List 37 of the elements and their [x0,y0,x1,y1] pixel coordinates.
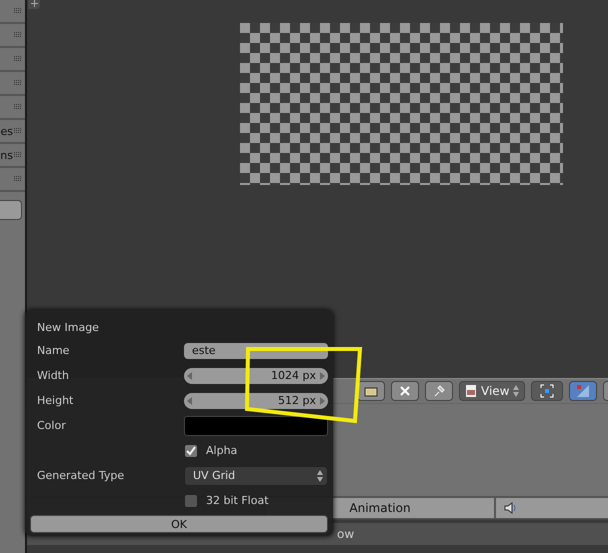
field-label: Generated Type [37,469,126,482]
panel-button[interactable] [0,200,22,220]
sidebar-tab[interactable]: es [0,120,25,144]
tab-label: ns [0,148,13,162]
plus-button[interactable] [28,0,40,9]
sidebar-tab[interactable]: ns [0,144,25,168]
view-dropdown[interactable]: View [459,381,526,401]
color-swatch[interactable] [184,416,328,436]
right-arrow-icon[interactable] [320,396,325,404]
field-label: Color [37,419,67,432]
type-dropdown[interactable]: UV Grid [184,466,328,486]
number-field[interactable]: 512 px [184,392,328,408]
audio-tab[interactable] [495,497,608,519]
up-down-arrows-icon [513,385,520,397]
checker-icon[interactable] [569,381,598,401]
image-icon [465,384,477,398]
window-text: ow [337,527,354,541]
ok-button[interactable]: OK [30,515,328,533]
dialog-title: New Image [37,320,99,334]
field-label: Name [37,344,70,357]
checkbox[interactable] [184,494,198,508]
field-label: Height [37,394,74,407]
left-arrow-icon[interactable] [187,396,192,404]
pivot-dropdown[interactable] [531,381,564,401]
speaker-icon [504,502,518,514]
tab-label: es [0,124,13,138]
checkbox-label: Alpha [206,444,238,457]
folder-icon[interactable] [357,381,385,401]
checkbox[interactable] [184,444,198,458]
up-down-arrows-icon [317,470,323,482]
right-arrow-icon[interactable] [320,372,325,380]
left-arrow-icon[interactable] [187,372,192,380]
pin-icon[interactable] [425,381,453,401]
field-label: Width [37,369,70,382]
number-field[interactable]: 1024 px [184,368,328,384]
close-icon[interactable] [391,381,419,401]
frame-icon [540,384,554,398]
